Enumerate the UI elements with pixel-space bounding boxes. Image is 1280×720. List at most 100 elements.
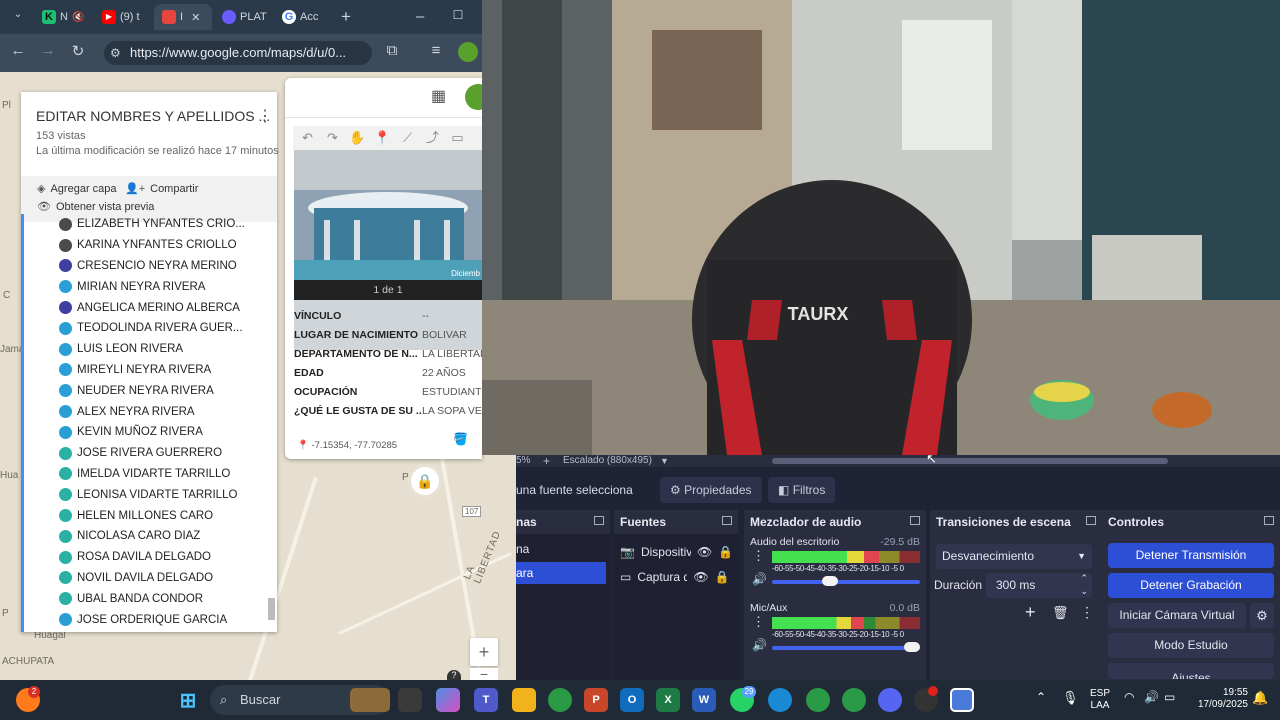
dock-float-icon[interactable] [1086,516,1096,525]
stop-streaming-button[interactable]: Detener Transmisión [1108,543,1274,568]
media-icon[interactable]: ≡ [426,42,446,59]
back-icon[interactable]: ← [8,42,28,59]
notifications-icon[interactable]: 🔔 [1252,690,1268,706]
minimize-icon[interactable]: – [410,8,430,25]
layer-list-item[interactable]: IMELDA VIDARTE TARRILLO [24,464,277,485]
map-marker-lock-icon[interactable]: 🔒 [408,464,442,498]
studio-mode-button[interactable]: Modo Estudio [1108,633,1274,658]
layer-list-item[interactable]: JOSE ORDERIQUE GARCIA [24,609,277,630]
apps-grid-icon[interactable]: ▦ [431,86,446,106]
add-layer-button[interactable]: ◈ Agregar capa [37,182,117,196]
layer-list-item[interactable]: NOVIL DAVILA DELGADO [24,568,277,589]
browser-tab-2[interactable]: I ✕ [154,4,212,30]
layer-list-item[interactable]: NICOLASA CARO DIAZ [24,526,277,547]
source-item[interactable]: 📷 Dispositiv 👁 🔒 [620,541,733,563]
eye-icon[interactable]: 👁 [697,545,712,559]
properties-button[interactable]: ⚙ Propiedades [660,477,762,503]
add-marker-icon[interactable]: 📍 [372,128,393,148]
excel-icon[interactable]: X [656,688,680,712]
profile-avatar[interactable] [458,42,478,62]
browser-tab-1[interactable]: ▶ (9) t [94,4,152,30]
layer-list-item[interactable]: LUIS LEON RIVERA [24,339,277,360]
address-bar[interactable]: ⚙ https://www.google.com/maps/d/u/0... [104,41,372,65]
scaling-dropdown-icon[interactable]: ▼ [660,455,669,467]
muted-icon[interactable]: 🔇 [72,12,84,23]
edge-icon[interactable] [768,688,792,712]
draw-line-icon[interactable]: ⟋ [397,128,418,148]
layer-list-item[interactable]: KEVIN MUÑOZ RIVERA [24,422,277,443]
clock[interactable]: 19:55 17/09/2025 [1186,687,1248,711]
browser-tab-4[interactable]: G Acc [274,4,332,30]
preview-horizontal-scrollbar[interactable] [772,458,1168,464]
browser-tab-3[interactable]: PLAT [214,4,272,30]
chrome-profile-icon[interactable] [806,688,830,712]
volume-icon[interactable]: 🔊 [1144,690,1159,704]
add-transition-icon[interactable]: + [1025,602,1036,623]
speaker-icon[interactable]: 🔊 [752,638,767,652]
new-tab-icon[interactable]: + [336,7,356,27]
transition-select[interactable]: Desvanecimiento ▼ [936,544,1092,569]
zoom-plus-button[interactable]: + [543,455,550,467]
windows-start-icon[interactable]: ⊞ [176,688,200,712]
layer-list-item[interactable]: UBAL BANDA CONDOR [24,588,277,609]
layer-list-item[interactable]: ALEX NEYRA RIVERA [24,401,277,422]
channel-menu-icon[interactable]: ⋮ [752,614,765,630]
more-vertical-icon[interactable]: ⋮ [1080,604,1094,621]
layer-list-item[interactable]: HELEN MILLONES CARO [24,505,277,526]
layer-list-item[interactable]: TEODOLINDA RIVERA GUER... [24,318,277,339]
filters-button[interactable]: ◧ Filtros [768,477,836,503]
volume-slider[interactable] [772,576,920,586]
wifi-icon[interactable]: ◠ [1124,690,1134,704]
teams-icon[interactable]: T [474,688,498,712]
discord-icon[interactable] [878,688,902,712]
scene-item[interactable]: na [516,538,606,560]
trash-icon[interactable]: 🗑 [1052,605,1069,621]
volume-slider[interactable] [772,642,920,652]
layer-list-item[interactable]: JOSE RIVERA GUERRERO [24,443,277,464]
chrome-profile-icon[interactable] [842,688,866,712]
settings-button[interactable]: Ajustes [1108,663,1274,679]
ruler-icon[interactable]: ▭ [447,128,468,148]
lock-icon[interactable]: 🔒 [715,570,730,584]
paint-bucket-icon[interactable]: 🪣 [453,432,468,446]
layer-list-item[interactable]: MIREYLI NEYRA RIVERA [24,360,277,381]
close-tab-icon[interactable]: ✕ [191,11,200,24]
more-options-icon[interactable]: ⋮ [257,106,273,126]
dock-float-icon[interactable] [910,516,920,525]
channel-menu-icon[interactable]: ⋮ [752,548,765,564]
battery-icon[interactable]: ▭ [1164,690,1175,704]
layer-list-item[interactable]: KARINA YNFANTES CRIOLLO [24,235,277,256]
map-title[interactable]: EDITAR NOMBRES Y APELLIDOS ... [36,108,270,124]
directions-icon[interactable]: ⤴ [422,128,443,148]
preview-button[interactable]: 👁 Obtener vista previa [37,200,154,214]
eye-icon[interactable]: 👁 [693,570,708,584]
stop-recording-button[interactable]: Detener Grabación [1108,573,1274,598]
redo-icon[interactable]: ↷ [322,128,343,148]
volume-slider-handle[interactable] [822,576,839,586]
powerpoint-icon[interactable]: P [584,688,608,712]
tab-search-icon[interactable]: ⌄ [8,9,28,20]
virtual-camera-settings-icon[interactable]: ⚙ [1250,603,1274,628]
lock-icon[interactable]: 🔒 [718,545,733,559]
layer-list-item[interactable]: MIRIAN NEYRA RIVERA [24,276,277,297]
reload-icon[interactable]: ↻ [68,42,88,60]
dock-float-icon[interactable] [1264,516,1274,525]
browser-tab-0[interactable]: K N 🔇 [34,4,92,30]
tray-overflow-icon[interactable]: ⌃ [1036,690,1046,704]
undo-icon[interactable]: ↶ [297,128,318,148]
volume-slider-handle[interactable] [904,642,920,652]
source-item[interactable]: ▭ Captura d 👁 🔒 [620,566,730,588]
snipping-tool-icon[interactable] [950,688,974,712]
extensions-icon[interactable]: ⧉ [382,42,402,59]
file-explorer-icon[interactable] [512,688,536,712]
scene-item-selected[interactable]: ara [516,562,606,584]
duration-spinbox[interactable]: 300 ms ⌃ ⌄ [986,573,1092,598]
zoom-in-button[interactable]: + [470,638,498,666]
layer-list-item[interactable]: ANGELICA MERINO ALBERCA [24,297,277,318]
copilot-icon[interactable] [436,688,460,712]
outlook-icon[interactable]: O [620,688,644,712]
microphone-icon[interactable]: 🎙 [1062,690,1079,706]
chrome-icon[interactable] [548,688,572,712]
layer-list-item[interactable]: CRESENCIO NEYRA MERINO [24,256,277,277]
language-indicator[interactable]: ESP LAA [1088,688,1112,712]
